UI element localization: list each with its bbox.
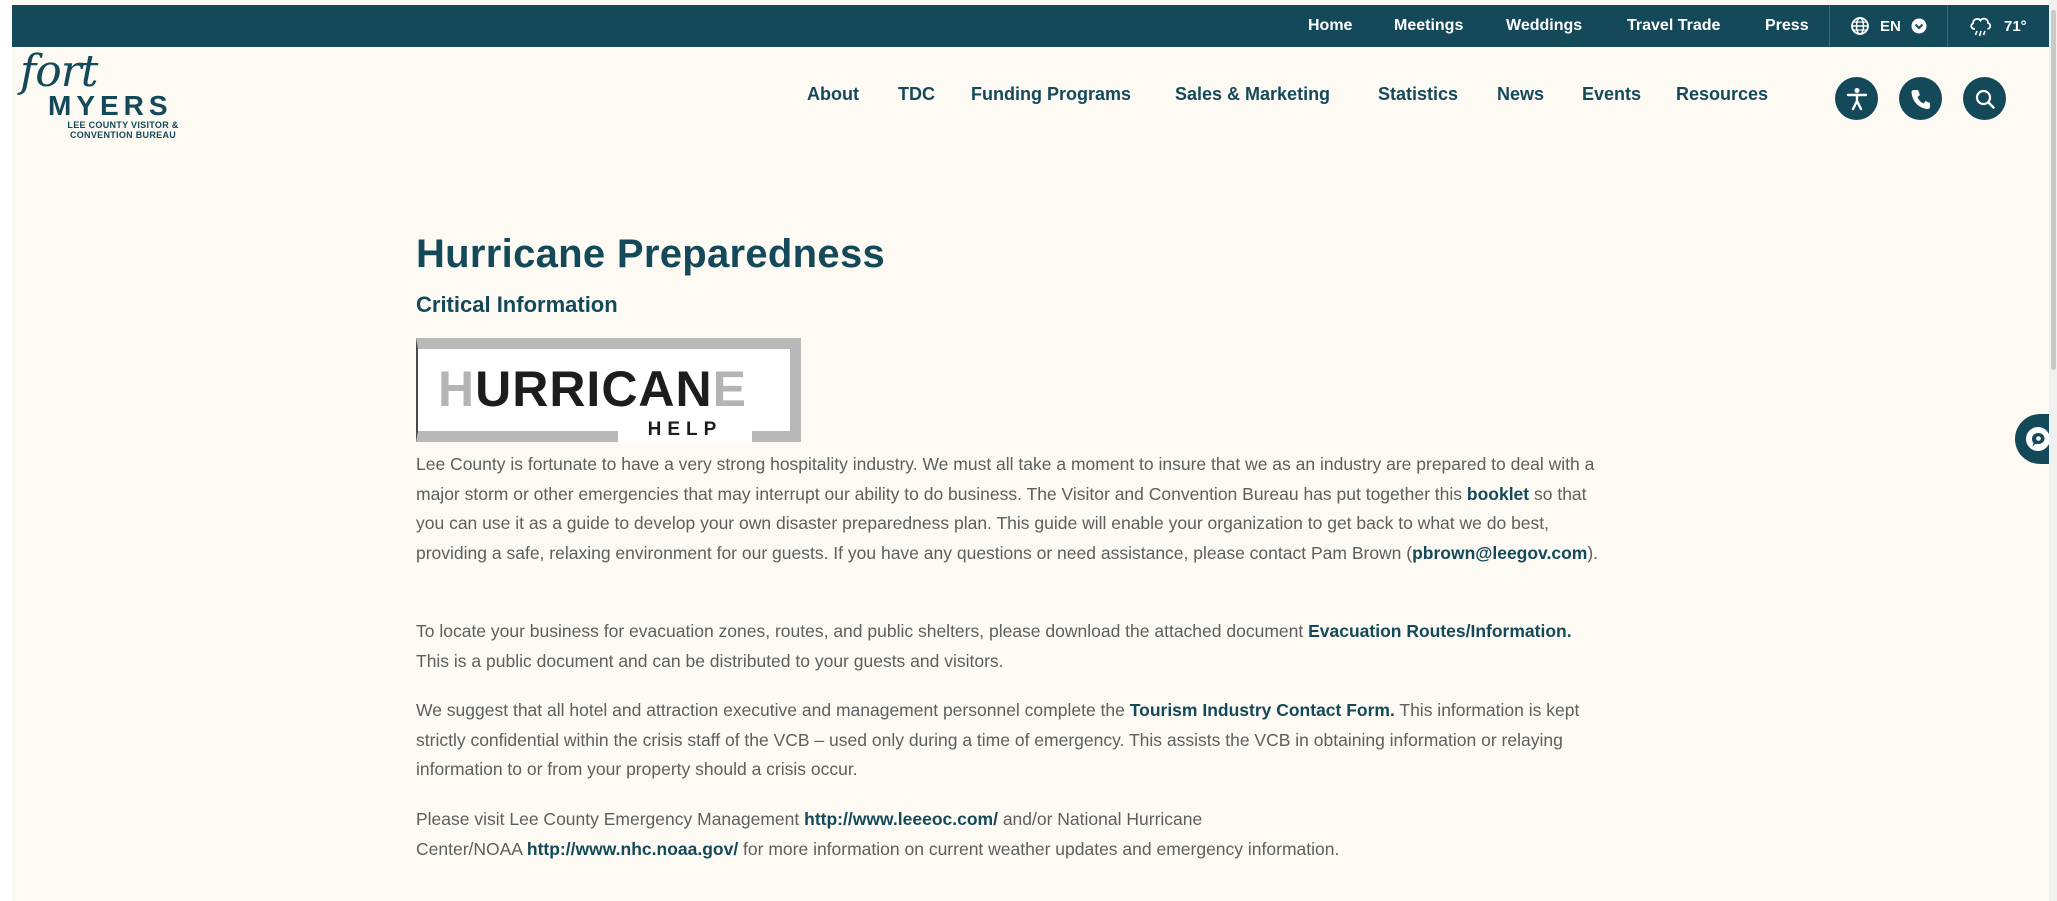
nav-item-news[interactable]: News bbox=[1497, 84, 1544, 105]
site-logo[interactable]: fort MYERS LEE COUNTY VISITOR & CONVENTI… bbox=[18, 46, 208, 142]
chat-icon bbox=[2026, 427, 2050, 451]
accessibility-icon bbox=[1846, 87, 1867, 110]
paragraph-text: for more information on current weather … bbox=[738, 838, 1340, 859]
leeeoc-link[interactable]: http://www.leeeoc.com/ bbox=[804, 809, 998, 829]
banner-letters: CAN bbox=[601, 361, 713, 417]
topbar-divider bbox=[1829, 5, 1830, 47]
page-subtitle: Critical Information bbox=[416, 292, 618, 317]
banner-help-text: HELP bbox=[618, 417, 752, 442]
paragraph-text: Lee County is fortunate to have a very s… bbox=[416, 454, 1595, 504]
topbar-link-travel-trade[interactable]: Travel Trade bbox=[1627, 5, 1720, 47]
nav-item-tdc[interactable]: TDC bbox=[898, 84, 935, 105]
paragraph-text: Center/NOAA bbox=[416, 838, 527, 859]
nav-item-statistics[interactable]: Statistics bbox=[1378, 84, 1458, 105]
logo-tagline: LEE COUNTY VISITOR & CONVENTION BUREAU bbox=[67, 120, 179, 140]
paragraph-text: Please visit Lee County Emergency Manage… bbox=[416, 809, 805, 829]
chevron-down-icon bbox=[1911, 18, 1927, 34]
banner-letter: E bbox=[712, 361, 748, 417]
banner-letters: URRI bbox=[475, 361, 602, 417]
globe-icon bbox=[1851, 17, 1869, 35]
hurricane-help-banner: HURRICANE HELP bbox=[416, 338, 801, 442]
banner-word: HURRICANE bbox=[438, 363, 747, 415]
nav-item-events[interactable]: Events bbox=[1582, 84, 1641, 105]
accessibility-button[interactable] bbox=[1835, 77, 1878, 120]
nhc-noaa-link[interactable]: http://www.nhc.noaa.gov/ bbox=[527, 839, 738, 859]
nav-item-resources[interactable]: Resources bbox=[1676, 84, 1768, 105]
paragraph-text: To locate your business for evacuation z… bbox=[416, 621, 1309, 641]
evacuation-paragraph: To locate your business for evacuation z… bbox=[416, 617, 1606, 676]
page-title: Hurricane Preparedness bbox=[416, 232, 886, 276]
language-selector[interactable]: EN bbox=[1850, 5, 1927, 47]
logo-name: MYERS bbox=[48, 90, 173, 121]
page: Home Meetings Weddings Travel Trade Pres… bbox=[12, 0, 2049, 901]
phone-icon bbox=[1911, 89, 1930, 109]
emergency-links-paragraph: Please visit Lee County Emergency Manage… bbox=[416, 805, 1606, 864]
language-code: EN bbox=[1880, 17, 1901, 35]
rain-cloud-icon bbox=[1970, 17, 1992, 37]
nav-item-sales-marketing[interactable]: Sales & Marketing bbox=[1175, 84, 1330, 105]
tourism-contact-form-link[interactable]: Tourism Industry Contact Form. bbox=[1130, 700, 1395, 720]
topbar-divider bbox=[1947, 5, 1948, 47]
paragraph-text: ). bbox=[1587, 542, 1599, 563]
banner-letter: H bbox=[438, 361, 476, 417]
topbar-link-home[interactable]: Home bbox=[1308, 5, 1352, 47]
topbar-link-weddings[interactable]: Weddings bbox=[1506, 5, 1582, 47]
contact-form-paragraph: We suggest that all hotel and attraction… bbox=[416, 696, 1606, 785]
booklet-link[interactable]: booklet bbox=[1467, 484, 1529, 504]
evacuation-routes-link[interactable]: Evacuation Routes/Information. bbox=[1308, 621, 1572, 641]
topbar-link-meetings[interactable]: Meetings bbox=[1394, 5, 1463, 47]
phone-button[interactable] bbox=[1899, 77, 1942, 120]
paragraph-text: and/or National Hurricane bbox=[997, 809, 1203, 829]
intro-paragraph: Lee County is fortunate to have a very s… bbox=[416, 450, 1606, 568]
search-icon bbox=[1975, 89, 1995, 109]
paragraph-text: We suggest that all hotel and attraction… bbox=[416, 700, 1130, 720]
utility-bar: Home Meetings Weddings Travel Trade Pres… bbox=[12, 5, 2049, 47]
topbar-link-press[interactable]: Press bbox=[1765, 5, 1809, 47]
nav-item-about[interactable]: About bbox=[807, 84, 859, 105]
scrollbar-thumb[interactable] bbox=[2051, 10, 2056, 370]
paragraph-text: This is a public document and can be dis… bbox=[416, 650, 1004, 671]
weather-widget: 71° bbox=[1968, 5, 2027, 47]
search-button[interactable] bbox=[1963, 77, 2006, 120]
content-header: Hurricane Preparedness Critical Informat… bbox=[416, 226, 1606, 320]
email-link[interactable]: pbrown@leegov.com bbox=[1412, 543, 1587, 563]
nav-item-funding-programs[interactable]: Funding Programs bbox=[971, 84, 1131, 105]
temperature: 71° bbox=[2004, 17, 2027, 35]
